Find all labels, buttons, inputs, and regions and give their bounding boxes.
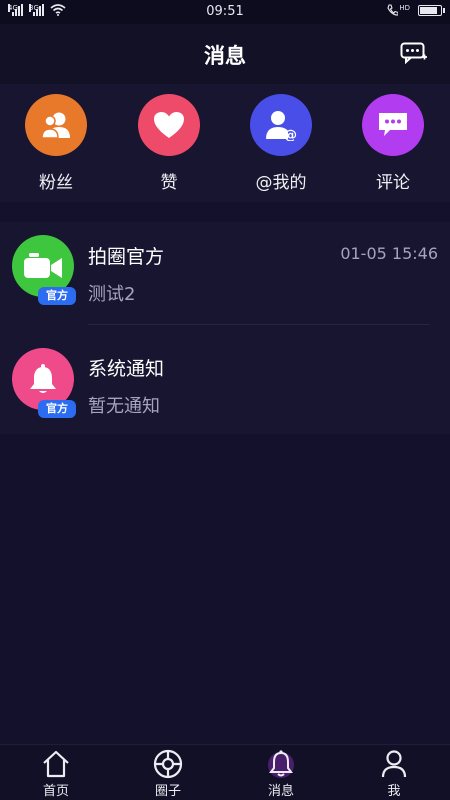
fans-icon [25, 94, 87, 156]
battery-icon [418, 4, 445, 16]
status-time: 09:51 [206, 4, 244, 19]
action-fans[interactable]: 粉丝 [16, 94, 96, 193]
mention-icon: @ [250, 94, 312, 156]
chat-bubble-plus-icon[interactable] [400, 42, 428, 65]
action-label: 粉丝 [39, 173, 73, 193]
action-comments[interactable]: 评论 [353, 94, 433, 193]
action-likes[interactable]: 赞 [129, 94, 209, 193]
divider [88, 324, 430, 325]
message-list: 官方 拍圈官方 测试2 01-05 15:46 官方 系统通知 暂无通知 [0, 222, 450, 434]
official-badge: 官方 [38, 287, 76, 305]
nav-label: 圈子 [154, 784, 181, 799]
nav-circle[interactable]: 圈子 [133, 749, 203, 799]
hd-call-icon: HD [387, 4, 410, 16]
bottom-nav: 首页 圈子 消息 我 [0, 744, 450, 800]
message-preview: 测试2 [88, 284, 136, 305]
official-badge: 官方 [38, 400, 76, 418]
svg-text:@: @ [284, 128, 297, 141]
status-bar: 4G 3G 09:51 HD [0, 0, 450, 24]
target-icon [151, 749, 185, 779]
header: 消息 [0, 24, 450, 84]
nav-label: 我 [387, 784, 401, 799]
nav-messages[interactable]: 消息 [246, 749, 316, 799]
user-icon [377, 749, 411, 779]
message-preview: 暂无通知 [88, 396, 160, 417]
list-item[interactable]: 官方 系统通知 暂无通知 [0, 328, 450, 434]
nav-label: 消息 [267, 784, 294, 799]
heart-icon [138, 94, 200, 156]
message-title: 系统通知 [88, 358, 165, 380]
action-label: 评论 [376, 173, 410, 193]
bell-icon [264, 749, 298, 779]
action-label: @我的 [255, 173, 307, 193]
quick-actions: 粉丝 赞 @ @我的 评论 [0, 84, 450, 202]
message-time: 01-05 15:46 [340, 244, 438, 263]
nav-me[interactable]: 我 [359, 749, 429, 799]
action-label: 赞 [160, 173, 178, 193]
comment-icon [362, 94, 424, 156]
home-icon [39, 749, 73, 779]
action-mentions[interactable]: @ @我的 [241, 94, 321, 193]
nav-home[interactable]: 首页 [21, 749, 91, 799]
nav-label: 首页 [42, 784, 69, 799]
message-title: 拍圈官方 [88, 246, 165, 268]
list-item[interactable]: 官方 拍圈官方 测试2 01-05 15:46 [0, 222, 450, 328]
page-title: 消息 [204, 44, 246, 68]
